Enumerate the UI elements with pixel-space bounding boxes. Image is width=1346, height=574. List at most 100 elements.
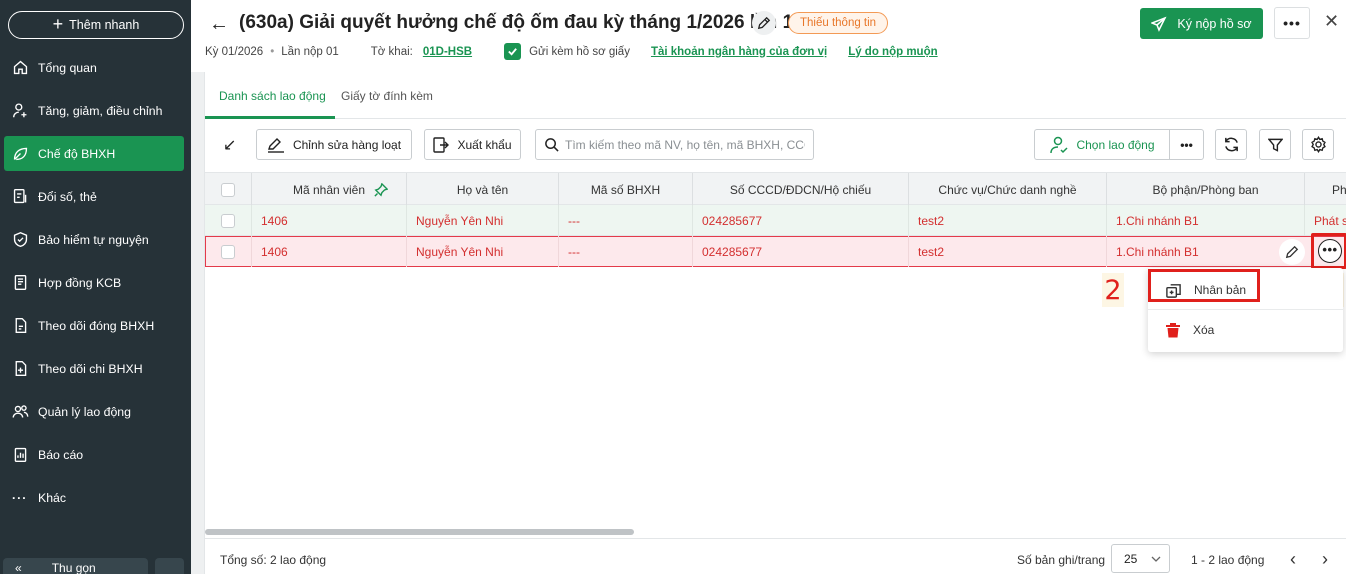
per-page-label: Số bản ghi/trang xyxy=(1017,553,1106,567)
sort-arrow-icon[interactable]: ↙ xyxy=(223,135,236,155)
sidebar-item-label: Tổng quan xyxy=(38,60,97,75)
quick-add-button[interactable]: + Thêm nhanh xyxy=(8,11,184,39)
page-size-select[interactable]: 25 xyxy=(1111,544,1170,573)
collapse-sidebar-button[interactable]: « Thu gọn xyxy=(3,558,148,574)
sidebar-item-label: Chế độ BHXH xyxy=(38,146,116,161)
employee-table: Mã nhân viên Họ và tên Mã số BHXH Số CCC… xyxy=(205,172,1346,267)
pin-icon[interactable] xyxy=(374,182,388,197)
sidebar-item-change-card[interactable]: Đổi số, thẻ xyxy=(4,179,184,214)
col-full-name-label: Họ và tên xyxy=(456,182,509,197)
chevron-down-icon xyxy=(1151,556,1161,562)
row-select-cell xyxy=(205,205,252,236)
sidebar-item-track-pay[interactable]: Theo dõi đóng BHXH xyxy=(4,308,184,343)
sidebar-item-reports[interactable]: Báo cáo xyxy=(4,437,184,472)
sidebar-item-label: Quản lý lao động xyxy=(38,404,131,419)
menu-item-delete[interactable]: Xóa xyxy=(1148,310,1343,350)
contract-icon xyxy=(14,275,27,290)
choose-employee-button[interactable]: Chọn lao động xyxy=(1034,129,1170,160)
close-icon[interactable]: ✕ xyxy=(1324,11,1339,32)
submit-label: Ký nộp hồ sơ xyxy=(1177,16,1252,31)
choose-employee-more-button[interactable]: ••• xyxy=(1169,129,1204,160)
cell-ph: Phát s xyxy=(1314,213,1346,228)
choose-employee-label: Chọn lao động xyxy=(1076,137,1155,152)
col-department[interactable]: Bộ phận/Phòng ban xyxy=(1107,173,1305,206)
leaf-icon xyxy=(13,147,28,161)
trash-icon xyxy=(1166,323,1180,338)
bank-account-link[interactable]: Tài khoản ngân hàng của đơn vị xyxy=(651,46,827,58)
back-arrow-icon[interactable]: ← xyxy=(209,13,229,36)
col-position-label: Chức vụ/Chức danh nghề xyxy=(938,182,1077,197)
col-bhxh-code[interactable]: Mã số BHXH xyxy=(559,173,693,206)
toolbar: ↙ Chỉnh sửa hàng loạt Xuất khẩu Chọn lao… xyxy=(205,119,1346,172)
cell-bhxh-code: --- xyxy=(559,205,693,236)
period-text: Kỳ 01/2026 xyxy=(205,45,264,58)
cell-employee-code: 1406 xyxy=(252,236,407,267)
settings-button[interactable] xyxy=(1302,129,1334,160)
form-link[interactable]: 01D-HSB xyxy=(423,46,472,58)
col-employee-code[interactable]: Mã nhân viên xyxy=(252,173,407,206)
page-header: ← (630a) Giải quyết hưởng chế độ ốm đau … xyxy=(191,0,1346,72)
sidebar-item-employees[interactable]: Quản lý lao động xyxy=(4,394,184,429)
sidebar-item-overview[interactable]: Tổng quan xyxy=(4,50,184,85)
sidebar-item-label: Hợp đồng KCB xyxy=(38,275,122,290)
quick-add-label: Thêm nhanh xyxy=(69,18,140,32)
tab-attachments[interactable]: Giấy tờ đính kèm xyxy=(341,89,433,103)
send-icon xyxy=(1151,16,1167,32)
more-actions-button[interactable]: ••• xyxy=(1274,7,1310,39)
row-edit-button[interactable] xyxy=(1279,239,1305,265)
search-input[interactable] xyxy=(565,137,805,152)
submit-button[interactable]: Ký nộp hồ sơ xyxy=(1140,8,1263,39)
sidebar-item-label: Bảo hiểm tự nguyện xyxy=(38,232,149,247)
next-page-icon[interactable]: › xyxy=(1322,549,1328,570)
row-checkbox[interactable] xyxy=(221,244,235,259)
sidebar-item-label: Đổi số, thẻ xyxy=(38,189,97,204)
export-button[interactable]: Xuất khẩu xyxy=(424,129,521,160)
filter-icon xyxy=(1267,138,1283,152)
col-position[interactable]: Chức vụ/Chức danh nghề xyxy=(909,173,1107,206)
edit-title-button[interactable] xyxy=(752,11,776,35)
cell-id-number: 024285677 xyxy=(693,236,909,267)
sidebar-item-other[interactable]: ··· Khác xyxy=(4,480,184,515)
filter-button[interactable] xyxy=(1259,129,1291,160)
gear-icon xyxy=(1310,136,1326,153)
col-employee-code-label: Mã nhân viên xyxy=(292,182,366,197)
sidebar-item-bhxh[interactable]: Chế độ BHXH xyxy=(4,136,184,171)
cell-department: 1.Chi nhánh B1 xyxy=(1107,205,1305,236)
card-swap-icon xyxy=(13,189,27,204)
bulk-edit-button[interactable]: Chỉnh sửa hàng loạt xyxy=(256,129,412,160)
prev-page-icon[interactable]: ‹ xyxy=(1290,549,1296,570)
search-icon xyxy=(545,138,559,152)
cell-bhxh-code: --- xyxy=(559,236,693,267)
late-reason-link[interactable]: Lý do nộp muộn xyxy=(848,46,937,58)
refresh-button[interactable] xyxy=(1215,129,1247,160)
sidebar-item-track-spend[interactable]: Theo dõi chi BHXH xyxy=(4,351,184,386)
search-box xyxy=(535,129,814,160)
record-meta: Kỳ 01/2026 • Lần nộp 01 Tờ khai: 01D-HSB… xyxy=(205,43,938,60)
cell-full-name: Nguyễn Yên Nhi xyxy=(407,236,559,267)
pencil-line-icon xyxy=(267,137,284,153)
col-ph[interactable]: Ph xyxy=(1305,173,1346,206)
col-full-name[interactable]: Họ và tên xyxy=(407,173,559,206)
tab-bar: Danh sách lao động Giấy tờ đính kèm xyxy=(205,72,1346,119)
edit-icon[interactable] xyxy=(155,558,184,574)
table-row[interactable]: 1406 Nguyễn Yên Nhi --- 024285677 test2 … xyxy=(205,236,1346,267)
cell-id-number: 024285677 xyxy=(693,205,909,236)
select-all-checkbox[interactable] xyxy=(221,182,235,197)
col-id-number[interactable]: Số CCCD/ĐDCN/Hộ chiếu xyxy=(693,173,909,206)
check-icon xyxy=(508,48,517,56)
table-row[interactable]: 1406 Nguyễn Yên Nhi --- 024285677 test2 … xyxy=(205,205,1346,236)
row-checkbox[interactable] xyxy=(221,213,235,228)
status-badge: Thiếu thông tin xyxy=(788,12,889,34)
attach-paper-checkbox[interactable] xyxy=(504,43,522,60)
horizontal-scrollbar[interactable] xyxy=(205,529,634,535)
sidebar-item-kcb[interactable]: Hợp đồng KCB xyxy=(4,265,184,300)
row-more-button[interactable]: ••• xyxy=(1318,239,1342,263)
export-icon xyxy=(433,136,450,153)
user-plus-icon xyxy=(13,103,27,118)
sidebar-nav: Tổng quan Tăng, giảm, điều chỉnh Chế độ … xyxy=(0,50,191,523)
row-select-cell xyxy=(205,236,252,267)
sidebar-item-voluntary[interactable]: Bảo hiểm tự nguyện xyxy=(4,222,184,257)
sidebar-item-adjust[interactable]: Tăng, giảm, điều chỉnh xyxy=(4,93,184,128)
tab-employee-list[interactable]: Danh sách lao động xyxy=(219,89,326,103)
content-gutter xyxy=(191,72,204,574)
